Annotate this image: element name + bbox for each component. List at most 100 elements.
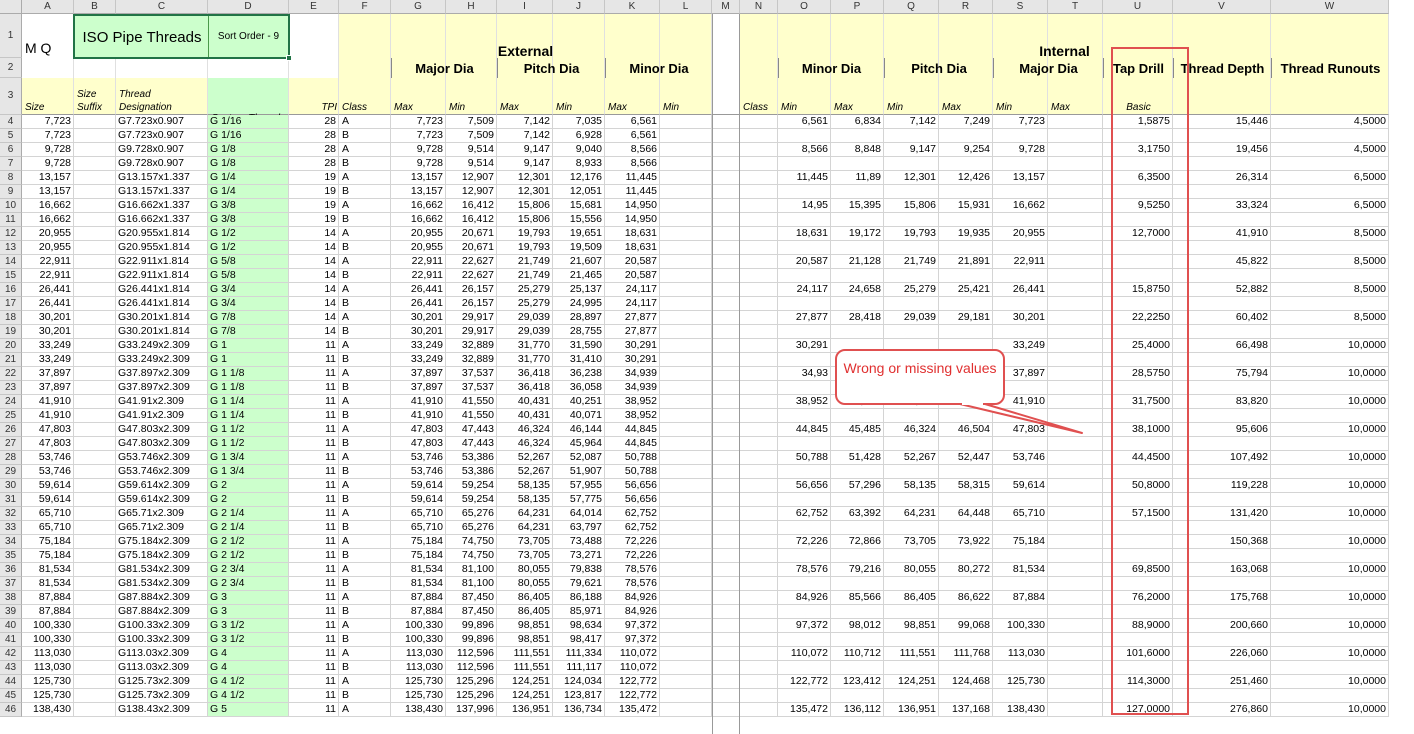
cell-p34[interactable]: 72,866 [831,535,884,549]
empty-cell[interactable] [1048,129,1103,143]
cell-i30[interactable]: 58,135 [497,479,553,493]
empty-cell[interactable] [993,269,1048,283]
row-header[interactable]: 16 [0,283,22,297]
cell-k23[interactable]: 34,939 [605,381,660,395]
empty-cell[interactable] [660,339,712,353]
cell-s28[interactable]: 53,746 [993,451,1048,465]
row-header[interactable]: 9 [0,185,22,199]
cell-c19[interactable]: G30.201x1.814 [116,325,208,339]
empty-cell[interactable] [1048,507,1103,521]
empty-cell[interactable] [74,353,116,367]
cell-f16[interactable]: A [339,283,391,297]
cell-g15[interactable]: 22,911 [391,269,446,283]
cell-h24[interactable]: 41,550 [446,395,497,409]
empty-cell[interactable] [831,297,884,311]
cell-g13[interactable]: 20,955 [391,241,446,255]
empty-cell[interactable] [1048,367,1103,381]
empty-cell[interactable] [831,269,884,283]
cell-i8[interactable]: 12,301 [497,171,553,185]
cell-h34[interactable]: 74,750 [446,535,497,549]
cell-r30[interactable]: 58,315 [939,479,993,493]
column-header-s[interactable]: S [993,0,1048,14]
cell-r16[interactable]: 25,421 [939,283,993,297]
cell-f22[interactable]: A [339,367,391,381]
row-header[interactable]: 15 [0,269,22,283]
cell-c2[interactable] [116,58,208,78]
cell-j37[interactable]: 79,621 [553,577,605,591]
cell-c22[interactable]: G37.897x2.309 [116,367,208,381]
cell-a8[interactable]: 13,157 [22,171,74,185]
cell-f8[interactable]: A [339,171,391,185]
cell-f7[interactable]: B [339,157,391,171]
empty-cell[interactable] [74,633,116,647]
cell-i46[interactable]: 136,951 [497,703,553,717]
cell-g28[interactable]: 53,746 [391,451,446,465]
empty-cell[interactable] [1048,227,1103,241]
empty-cell[interactable] [740,493,778,507]
empty-cell[interactable] [778,269,831,283]
cell-f35[interactable]: B [339,549,391,563]
empty-cell[interactable] [660,199,712,213]
cell-c23[interactable]: G37.897x2.309 [116,381,208,395]
cell-a26[interactable]: 47,803 [22,423,74,437]
empty-cell[interactable] [1271,185,1389,199]
cell-f42[interactable]: A [339,647,391,661]
empty-cell[interactable] [1048,115,1103,129]
empty-cell[interactable] [740,381,778,395]
cell-f46[interactable]: A [339,703,391,717]
empty-cell[interactable] [74,269,116,283]
cell-j19[interactable]: 28,755 [553,325,605,339]
empty-cell[interactable] [939,213,993,227]
cell-e36[interactable]: 11 [289,563,339,577]
cell-d26[interactable]: G 1 1/2 [208,423,289,437]
row-header[interactable]: 35 [0,549,22,563]
cell-a25[interactable]: 41,910 [22,409,74,423]
empty-cell[interactable] [1271,241,1389,255]
empty-cell[interactable] [74,591,116,605]
empty-cell[interactable] [660,675,712,689]
cell-o4[interactable]: 6,561 [778,115,831,129]
cell-j26[interactable]: 46,144 [553,423,605,437]
empty-cell[interactable] [778,633,831,647]
row-header[interactable]: 30 [0,479,22,493]
empty-cell[interactable] [1048,605,1103,619]
row-header[interactable]: 25 [0,409,22,423]
empty-cell[interactable] [74,325,116,339]
cell-g46[interactable]: 138,430 [391,703,446,717]
row-header[interactable]: 8 [0,171,22,185]
cell-o26[interactable]: 44,845 [778,423,831,437]
cell-g17[interactable]: 26,441 [391,297,446,311]
empty-cell[interactable] [74,185,116,199]
cell-s36[interactable]: 81,534 [993,563,1048,577]
cell-h27[interactable]: 47,443 [446,437,497,451]
empty-cell[interactable] [740,647,778,661]
empty-cell[interactable] [939,493,993,507]
cell-d31[interactable]: G 2 [208,493,289,507]
cell-o34[interactable]: 72,226 [778,535,831,549]
empty-cell[interactable] [660,437,712,451]
cell-k25[interactable]: 38,952 [605,409,660,423]
cell-d25[interactable]: G 1 1/4 [208,409,289,423]
cell-i25[interactable]: 40,431 [497,409,553,423]
empty-cell[interactable] [660,269,712,283]
cell-a39[interactable]: 87,884 [22,605,74,619]
cell-h5[interactable]: 7,509 [446,129,497,143]
empty-cell[interactable] [74,451,116,465]
row-header[interactable]: 43 [0,661,22,675]
cell-j7[interactable]: 8,933 [553,157,605,171]
cell-g11[interactable]: 16,662 [391,213,446,227]
cell-d21[interactable]: G 1 [208,353,289,367]
cell-o30[interactable]: 56,656 [778,479,831,493]
empty-cell[interactable] [74,465,116,479]
cell-q38[interactable]: 86,405 [884,591,939,605]
column-header-o[interactable]: O [778,0,831,14]
row-header[interactable]: 38 [0,591,22,605]
empty-cell[interactable] [740,619,778,633]
empty-cell[interactable] [660,647,712,661]
empty-cell[interactable] [1271,605,1389,619]
cell-c11[interactable]: G16.662x1.337 [116,213,208,227]
row-header[interactable]: 22 [0,367,22,381]
cell-w40[interactable]: 10,0000 [1271,619,1389,633]
row-header[interactable]: 19 [0,325,22,339]
cell-p18[interactable]: 28,418 [831,311,884,325]
